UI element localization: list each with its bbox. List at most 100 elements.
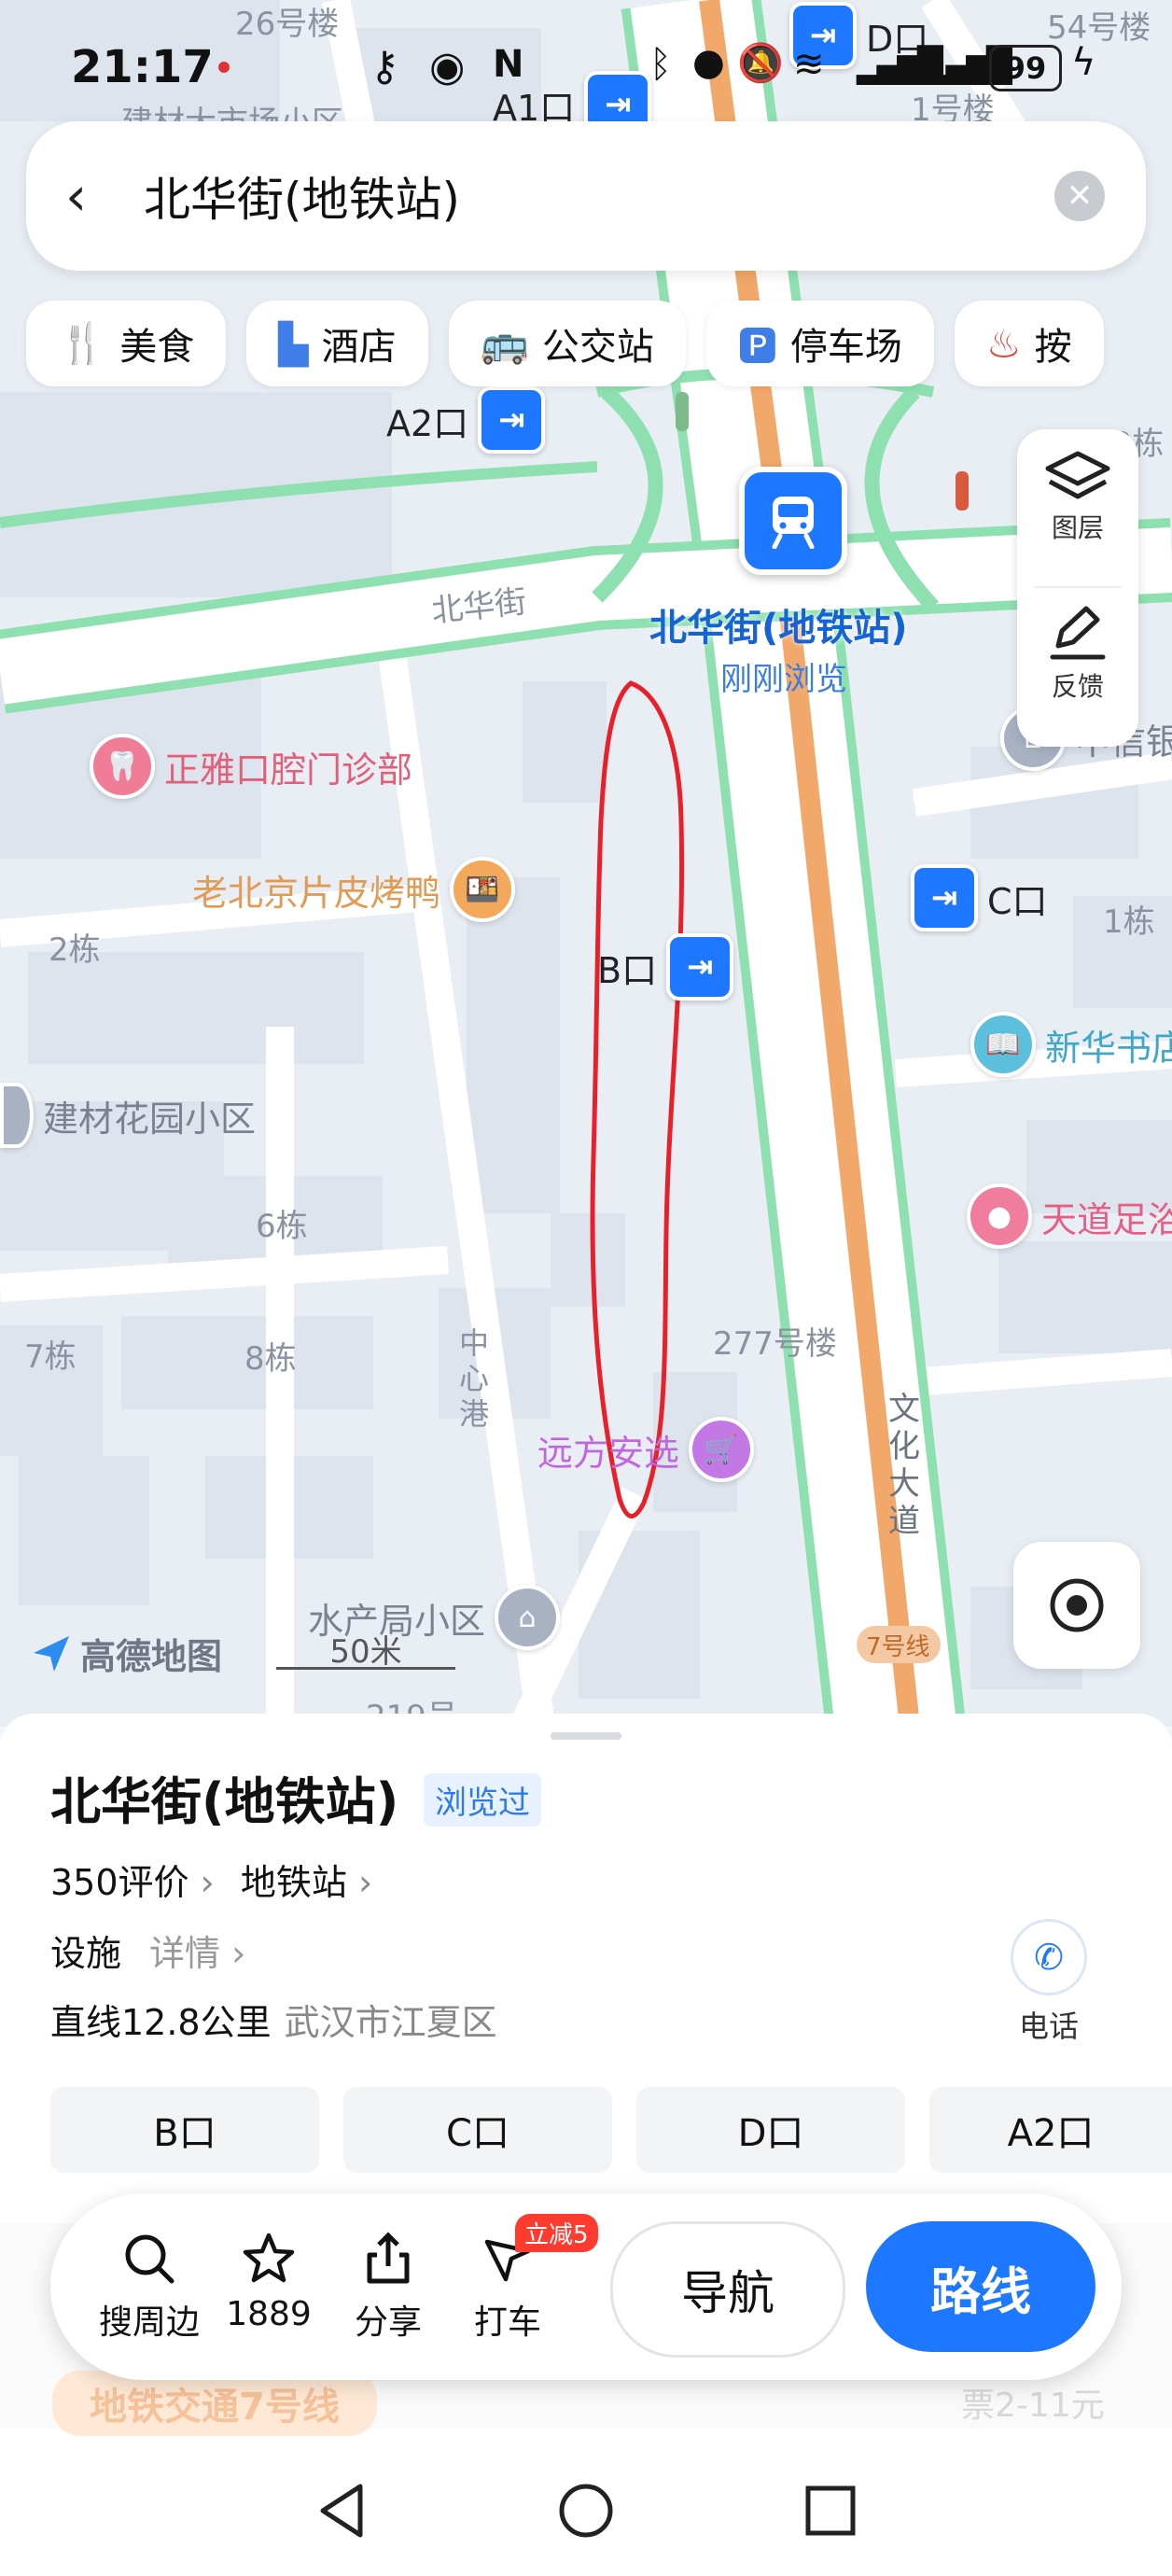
eye-icon: ◉ xyxy=(429,43,466,91)
phone-icon: ✆ xyxy=(1011,1919,1087,1995)
exit-b[interactable]: B口 ⇥ xyxy=(597,933,734,1001)
metro-station-marker[interactable] xyxy=(739,467,847,575)
clear-icon[interactable]: ✕ xyxy=(1054,171,1105,221)
charging-icon: ϟ xyxy=(1071,41,1096,84)
building-label: 8栋 xyxy=(244,1340,297,1378)
building-label: 1栋 xyxy=(1103,903,1155,941)
book-icon: 📖 xyxy=(970,1012,1036,1077)
food-icon: 🍱 xyxy=(450,857,516,922)
visited-badge: 浏览过 xyxy=(424,1773,541,1827)
search-bar[interactable]: ‹ 北华街(地铁站) ✕ xyxy=(26,121,1146,271)
map-tools: 图层 反馈 xyxy=(1017,429,1138,747)
exit-c[interactable]: ⇥ C口 xyxy=(911,864,1048,931)
poi-bookstore[interactable]: 📖 新华书店 xyxy=(970,1012,1172,1077)
chip-food[interactable]: 🍴 美食 xyxy=(26,301,227,386)
back-icon[interactable]: ‹ xyxy=(65,164,121,228)
mute-bell-icon: 🔕 xyxy=(737,42,784,85)
locate-button[interactable] xyxy=(1013,1542,1140,1669)
nfc-icon: N xyxy=(493,43,524,86)
category-chips: 🍴 美食 ▙ 酒店 🚌 公交站 🅿 停车场 ♨ 按 xyxy=(26,301,1104,386)
poi-restaurant[interactable]: 老北京片皮烤鸭 🍱 xyxy=(192,857,516,922)
place-title: 北华街(地铁站) xyxy=(50,1772,399,1831)
chip-parking[interactable]: 🅿 停车场 xyxy=(705,301,934,386)
layers-icon xyxy=(1045,451,1110,499)
status-bar: 21:17 ⚷ ◉ N ᛒ ● 🔕 ≋ ▂▄▆█ ▂▄▆█ 99 ϟ xyxy=(0,0,1172,121)
facilities-row: 设施 详情 › xyxy=(50,1925,245,1976)
pencil-icon xyxy=(1050,606,1106,660)
taxi-button[interactable]: 打车 立减5 xyxy=(452,2214,598,2344)
exit-a2[interactable]: A2口 ⇥ xyxy=(386,386,546,454)
exit-icon: ⇥ xyxy=(911,864,978,931)
poi-store[interactable]: 远方安选 🛒 xyxy=(537,1417,755,1482)
exit-a2-button[interactable]: A2口 xyxy=(929,2087,1172,2173)
spa-icon: ● xyxy=(967,1183,1032,1249)
exit-c-button[interactable]: C口 xyxy=(343,2087,612,2173)
house-icon xyxy=(0,1083,34,1148)
navigate-button[interactable]: 导航 xyxy=(610,2221,845,2358)
chip-massage[interactable]: ♨ 按 xyxy=(954,301,1104,386)
fork-knife-icon: 🍴 xyxy=(58,320,107,366)
hotel-icon: ▙ xyxy=(278,320,309,367)
poi-clinic[interactable]: 🦷 正雅口腔门诊部 xyxy=(90,734,412,799)
favorite-button[interactable]: 1889 xyxy=(213,2231,325,2333)
poi-foot-massage[interactable]: ● 天道足浴 xyxy=(967,1183,1172,1249)
search-nearby-button[interactable]: 搜周边 xyxy=(93,2231,205,2344)
cart-icon: 🛒 xyxy=(689,1417,755,1482)
notification-dot-icon xyxy=(218,62,230,73)
search-icon xyxy=(125,2234,174,2284)
discount-badge: 立减5 xyxy=(515,2214,598,2252)
amap-logo-icon xyxy=(34,1635,69,1672)
house-icon: ⌂ xyxy=(495,1585,561,1650)
system-nav-bar xyxy=(0,2445,1172,2576)
chip-hotel[interactable]: ▙ 酒店 xyxy=(246,301,428,386)
recents-nav-icon[interactable] xyxy=(802,2483,858,2539)
battery-icon: 99 xyxy=(989,45,1062,91)
route-button[interactable]: 路线 xyxy=(866,2221,1095,2352)
metro-line-label: 7号线 xyxy=(866,1633,930,1661)
exit-b-button[interactable]: B口 xyxy=(50,2087,319,2173)
road-label: 文化大道 xyxy=(888,1391,920,1540)
wifi-icon: ≋ xyxy=(793,43,825,86)
building-label: 2栋 xyxy=(49,931,101,969)
facilities-details-link[interactable]: 详情 › xyxy=(149,1925,245,1976)
tooth-icon: 🦷 xyxy=(90,734,155,799)
chip-bus[interactable]: 🚌 公交站 xyxy=(448,301,686,386)
clock: 21:17 xyxy=(71,41,214,93)
building-label: 7栋 xyxy=(24,1338,77,1376)
station-sublabel: 刚刚浏览 xyxy=(720,661,847,698)
amap-logo: 高德地图 xyxy=(30,1628,222,1679)
parking-icon: 🅿 xyxy=(737,323,777,370)
star-icon xyxy=(243,2233,295,2283)
feedback-button[interactable]: 反馈 xyxy=(1017,603,1138,704)
key-icon: ⚷ xyxy=(370,43,400,91)
layers-button[interactable]: 图层 xyxy=(1017,448,1138,545)
sheet-handle[interactable] xyxy=(551,1732,621,1740)
road-label: 中心港 xyxy=(459,1325,490,1432)
locate-icon xyxy=(1050,1578,1104,1632)
fare-label: 票2-11元 xyxy=(961,2387,1105,2425)
search-input[interactable]: 北华街(地铁站) xyxy=(144,162,1054,230)
bus-icon: 🚌 xyxy=(480,320,529,366)
station-label: 北华街(地铁站) xyxy=(649,607,908,650)
back-nav-icon[interactable] xyxy=(314,2481,370,2541)
metro-line-tag: 地铁交通7号线 xyxy=(52,2371,377,2436)
exit-icon: ⇥ xyxy=(478,386,546,454)
reviews-link[interactable]: 350评价 › xyxy=(50,1854,215,1905)
phone-button[interactable]: ✆ 电话 xyxy=(1002,1919,1095,2046)
massage-icon: ♨ xyxy=(985,320,1022,367)
share-button[interactable]: 分享 xyxy=(332,2231,444,2344)
bluetooth-icon: ᛒ xyxy=(649,43,672,86)
building-label: 277号楼 xyxy=(713,1325,837,1363)
train-icon xyxy=(772,497,815,549)
exit-icon: ⇥ xyxy=(666,933,734,1001)
home-nav-icon[interactable] xyxy=(556,2481,616,2541)
chevron-right-icon: › xyxy=(200,1862,215,1903)
building-label: 6栋 xyxy=(256,1208,308,1245)
share-icon xyxy=(367,2232,410,2284)
poi-community[interactable]: 建材花园小区 xyxy=(0,1083,256,1148)
place-meta: 350评价 › 地铁站 › xyxy=(50,1854,372,1905)
category-link[interactable]: 地铁站 › xyxy=(241,1854,372,1905)
chevron-right-icon: › xyxy=(357,1862,373,1903)
exit-d-button[interactable]: D口 xyxy=(636,2087,905,2173)
distance-row: 直线12.8公里 武汉市江夏区 xyxy=(50,2002,497,2043)
